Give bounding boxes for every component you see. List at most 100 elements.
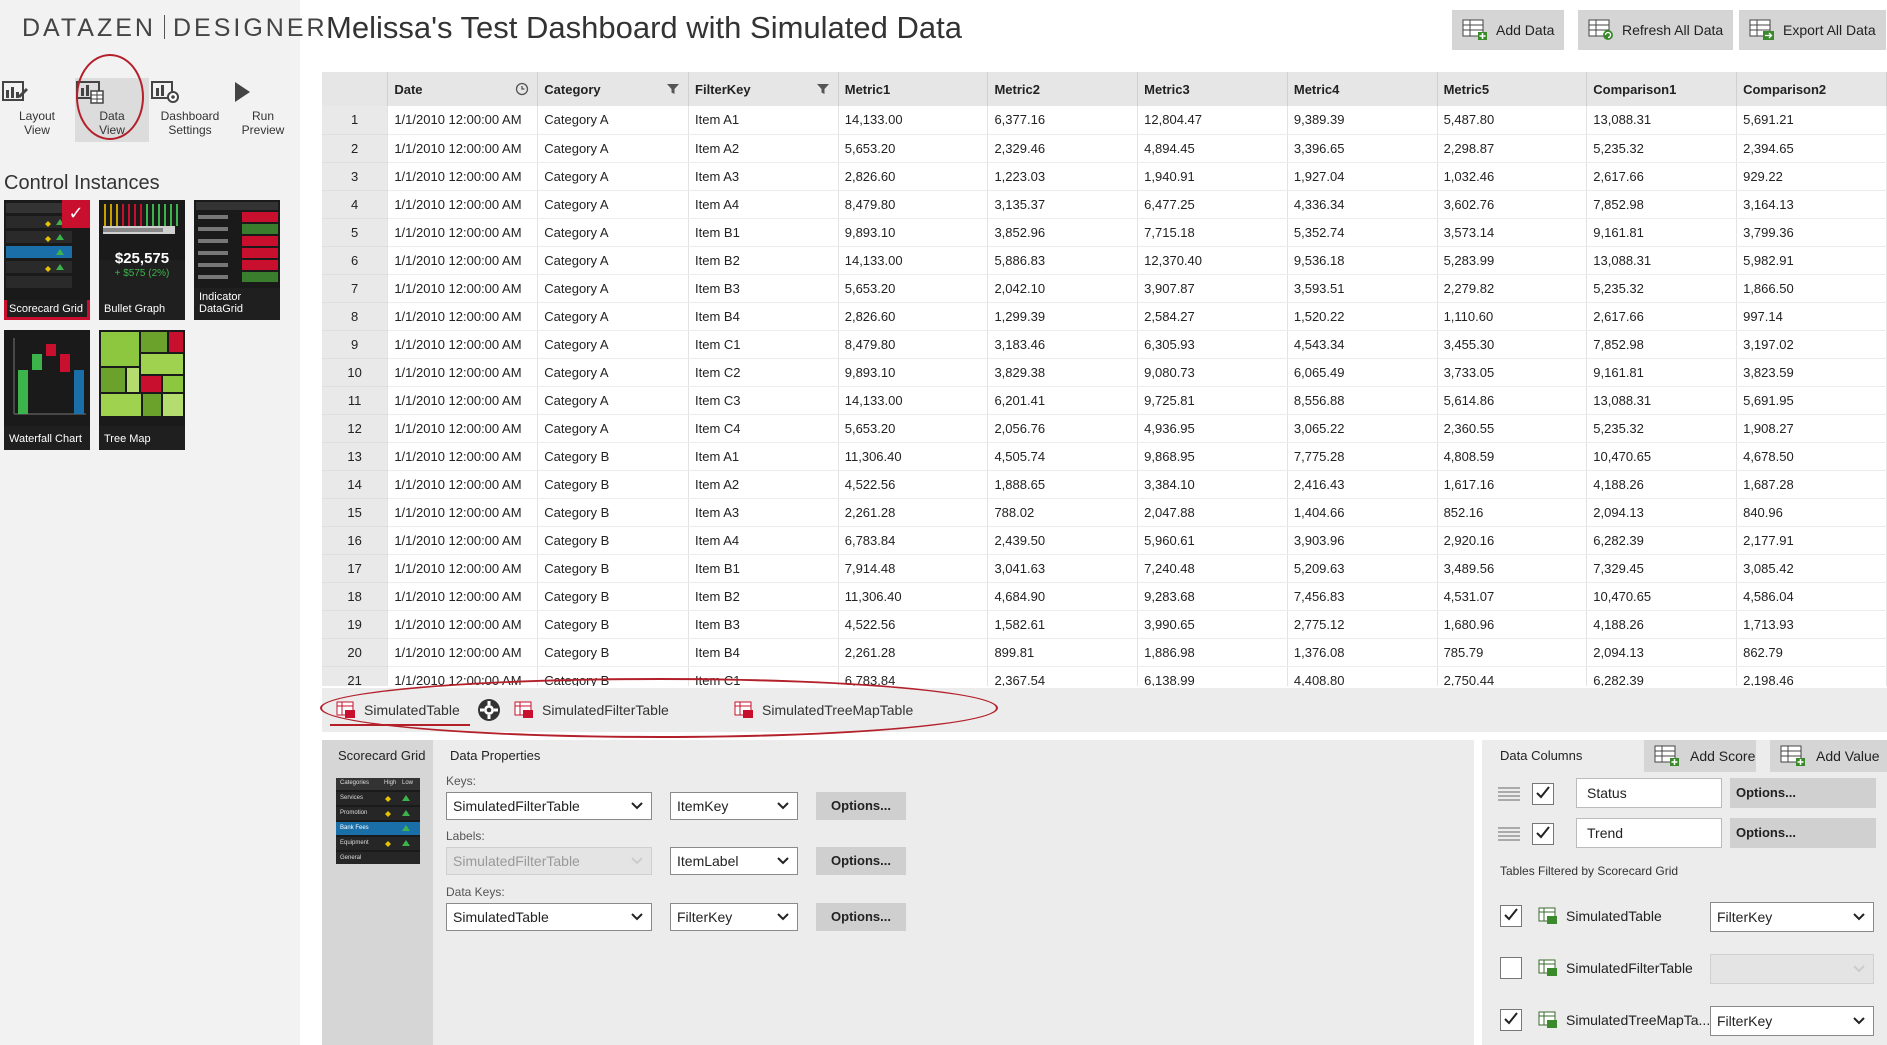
column-header-metric4[interactable]: Metric4 [1287, 72, 1438, 106]
table-cell[interactable]: 1,376.08 [1287, 638, 1438, 667]
table-cell[interactable]: 2,094.13 [1586, 638, 1738, 667]
table-cell[interactable]: 1/1/2010 12:00:00 AM [387, 190, 539, 219]
table-cell[interactable]: 2,177.91 [1736, 526, 1887, 555]
table-cell[interactable]: 2,047.88 [1137, 498, 1288, 527]
labels-field-dropdown[interactable]: ItemLabel [670, 847, 798, 875]
table-cell[interactable]: 9,161.81 [1586, 218, 1738, 247]
table-cell[interactable]: 4,522.56 [838, 610, 989, 639]
table-cell[interactable]: 8,556.88 [1287, 386, 1438, 415]
column-header-category[interactable]: Category [537, 72, 690, 106]
table-cell[interactable]: 2,367.54 [987, 666, 1139, 686]
data-keys-table-dropdown[interactable]: SimulatedTable [446, 903, 652, 931]
table-cell[interactable]: 4,188.26 [1586, 470, 1738, 499]
table-cell[interactable]: 7,329.45 [1586, 554, 1738, 583]
tab-simulatedfiltertable[interactable]: SimulatedFilterTable [508, 694, 688, 726]
table-row[interactable]: 20 1/1/2010 12:00:00 AM Category B Item B4 2… [322, 638, 1887, 667]
table-cell[interactable]: 1,866.50 [1736, 274, 1887, 303]
table-cell[interactable]: 3,085.42 [1736, 554, 1887, 583]
table-cell[interactable]: 5,691.95 [1736, 386, 1887, 415]
table-cell[interactable]: Category B [537, 442, 690, 471]
table-cell[interactable]: 1/1/2010 12:00:00 AM [387, 582, 539, 611]
table-cell[interactable]: Item C1 [688, 330, 839, 359]
table-cell[interactable]: Category A [537, 330, 690, 359]
table-cell[interactable]: 3,903.96 [1287, 526, 1438, 555]
table-cell[interactable]: Item A2 [688, 134, 839, 163]
labels-options-button[interactable]: Options... [816, 847, 906, 875]
table-row[interactable]: 1 1/1/2010 12:00:00 AM Category A Item A1 14… [322, 106, 1887, 135]
table-cell[interactable]: 5,653.20 [838, 274, 989, 303]
table-cell[interactable]: 3,799.36 [1736, 218, 1887, 247]
table-cell[interactable]: 4,936.95 [1137, 414, 1288, 443]
table-cell[interactable]: Item B4 [688, 638, 839, 667]
clock-filter-icon[interactable] [515, 82, 529, 96]
table-cell[interactable]: 2,416.43 [1287, 470, 1438, 499]
table-cell[interactable]: 2,279.82 [1437, 274, 1588, 303]
table-cell[interactable]: 1,687.28 [1736, 470, 1887, 499]
table-cell[interactable]: 840.96 [1736, 498, 1887, 527]
trend-options-button[interactable]: Options... [1730, 818, 1876, 848]
table-cell[interactable]: 7,852.98 [1586, 330, 1738, 359]
table-cell[interactable]: 6,477.25 [1137, 190, 1288, 219]
table-row[interactable]: 12 1/1/2010 12:00:00 AM Category A Item C4 5… [322, 414, 1887, 443]
table-cell[interactable]: 4,505.74 [987, 442, 1139, 471]
table-cell[interactable]: 6,377.16 [987, 106, 1139, 135]
table-cell[interactable]: 3,907.87 [1137, 274, 1288, 303]
table-cell[interactable]: Category A [537, 386, 690, 415]
table-cell[interactable]: 1/1/2010 12:00:00 AM [387, 162, 539, 191]
table-cell[interactable]: 3,065.22 [1287, 414, 1438, 443]
add-value-button[interactable]: Add Value [1770, 740, 1887, 772]
table-cell[interactable]: 1,299.39 [987, 302, 1139, 331]
filter-simulatedfiltertable-checkbox[interactable] [1500, 957, 1522, 979]
table-cell[interactable]: Item A3 [688, 162, 839, 191]
export-all-data-button[interactable]: Export All Data [1739, 10, 1886, 50]
table-cell[interactable]: 1/1/2010 12:00:00 AM [387, 554, 539, 583]
status-column-name-input[interactable]: Status [1576, 778, 1722, 808]
table-cell[interactable]: 4,522.56 [838, 470, 989, 499]
table-cell[interactable]: 5,352.74 [1287, 218, 1438, 247]
table-row[interactable]: 8 1/1/2010 12:00:00 AM Category A Item B4 2,… [322, 302, 1887, 331]
table-cell[interactable]: 788.02 [987, 498, 1139, 527]
table-cell[interactable]: 1/1/2010 12:00:00 AM [387, 526, 539, 555]
table-cell[interactable]: 4,678.50 [1736, 442, 1887, 471]
table-cell[interactable]: 3,455.30 [1437, 330, 1588, 359]
table-row[interactable]: 11 1/1/2010 12:00:00 AM Category A Item C3 1… [322, 386, 1887, 415]
add-data-button[interactable]: Add Data [1452, 10, 1565, 50]
table-cell[interactable]: 9,283.68 [1137, 582, 1288, 611]
table-cell[interactable]: 9,389.39 [1287, 106, 1438, 135]
table-row[interactable]: 5 1/1/2010 12:00:00 AM Category A Item B1 9,… [322, 218, 1887, 247]
table-cell[interactable]: 2,042.10 [987, 274, 1139, 303]
table-cell[interactable]: 899.81 [987, 638, 1139, 667]
column-header-metric2[interactable]: Metric2 [987, 72, 1139, 106]
table-cell[interactable]: 785.79 [1437, 638, 1588, 667]
table-cell[interactable]: Item A4 [688, 190, 839, 219]
table-row[interactable]: 19 1/1/2010 12:00:00 AM Category B Item B3 4… [322, 610, 1887, 639]
status-column-checkbox[interactable] [1532, 783, 1554, 805]
table-cell[interactable]: 1/1/2010 12:00:00 AM [387, 330, 539, 359]
tile-bullet-graph[interactable]: $25,575 + $575 (2%) Bullet Graph [99, 200, 185, 320]
table-cell[interactable]: 1,404.66 [1287, 498, 1438, 527]
table-cell[interactable]: 2,584.27 [1137, 302, 1288, 331]
table-cell[interactable]: 9,725.81 [1137, 386, 1288, 415]
table-cell[interactable]: 1,713.93 [1736, 610, 1887, 639]
trend-column-checkbox[interactable] [1532, 823, 1554, 845]
table-row[interactable]: 21 1/1/2010 12:00:00 AM Category B Item C1 6… [322, 666, 1887, 686]
table-cell[interactable]: 5,235.32 [1586, 134, 1738, 163]
table-cell[interactable]: Item A3 [688, 498, 839, 527]
table-cell[interactable]: 3,823.59 [1736, 358, 1887, 387]
table-cell[interactable]: Category A [537, 134, 690, 163]
table-cell[interactable]: 929.22 [1736, 162, 1887, 191]
table-cell[interactable]: 13,088.31 [1586, 246, 1738, 275]
table-cell[interactable]: 7,852.98 [1586, 190, 1738, 219]
table-cell[interactable]: 1/1/2010 12:00:00 AM [387, 610, 539, 639]
filter-simulatedtable-field-dropdown[interactable]: FilterKey [1710, 902, 1874, 932]
table-cell[interactable]: 14,133.00 [838, 386, 989, 415]
table-cell[interactable]: 9,893.10 [838, 218, 989, 247]
table-cell[interactable]: 7,914.48 [838, 554, 989, 583]
table-row[interactable]: 15 1/1/2010 12:00:00 AM Category B Item A3 2… [322, 498, 1887, 527]
table-cell[interactable]: 1,617.16 [1437, 470, 1588, 499]
table-cell[interactable]: 2,261.28 [838, 498, 989, 527]
table-cell[interactable]: 3,593.51 [1287, 274, 1438, 303]
table-cell[interactable]: Item C1 [688, 666, 839, 686]
drag-handle-icon[interactable] [1498, 827, 1520, 841]
table-cell[interactable]: Item A1 [688, 106, 839, 135]
